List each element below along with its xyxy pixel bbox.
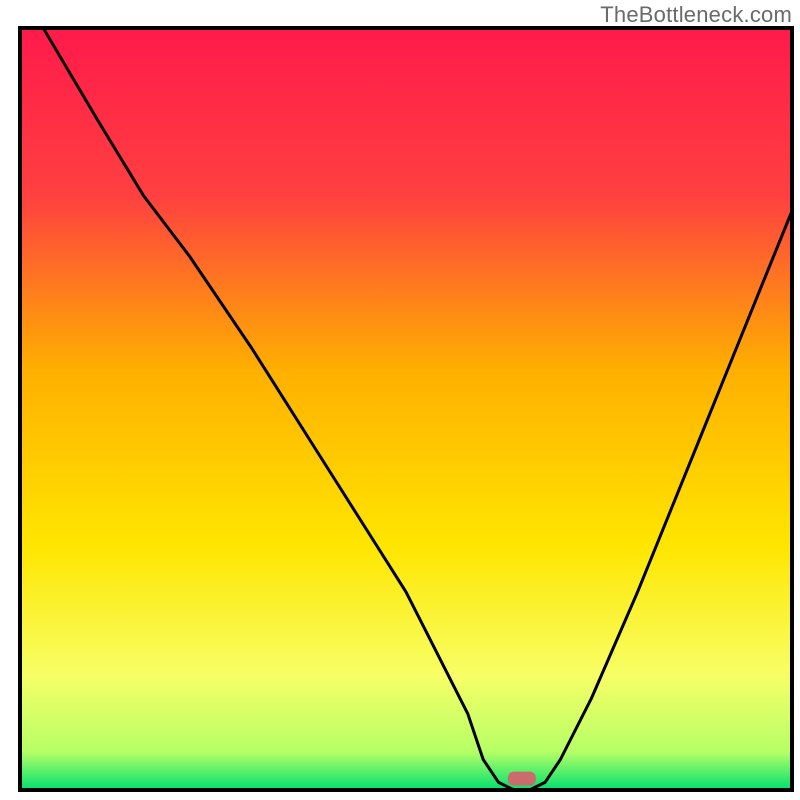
bottleneck-chart: TheBottleneck.com — [0, 0, 800, 800]
chart-svg — [0, 0, 800, 800]
watermark-label: TheBottleneck.com — [600, 2, 792, 28]
plot-background — [20, 28, 792, 790]
min-marker — [508, 772, 536, 786]
